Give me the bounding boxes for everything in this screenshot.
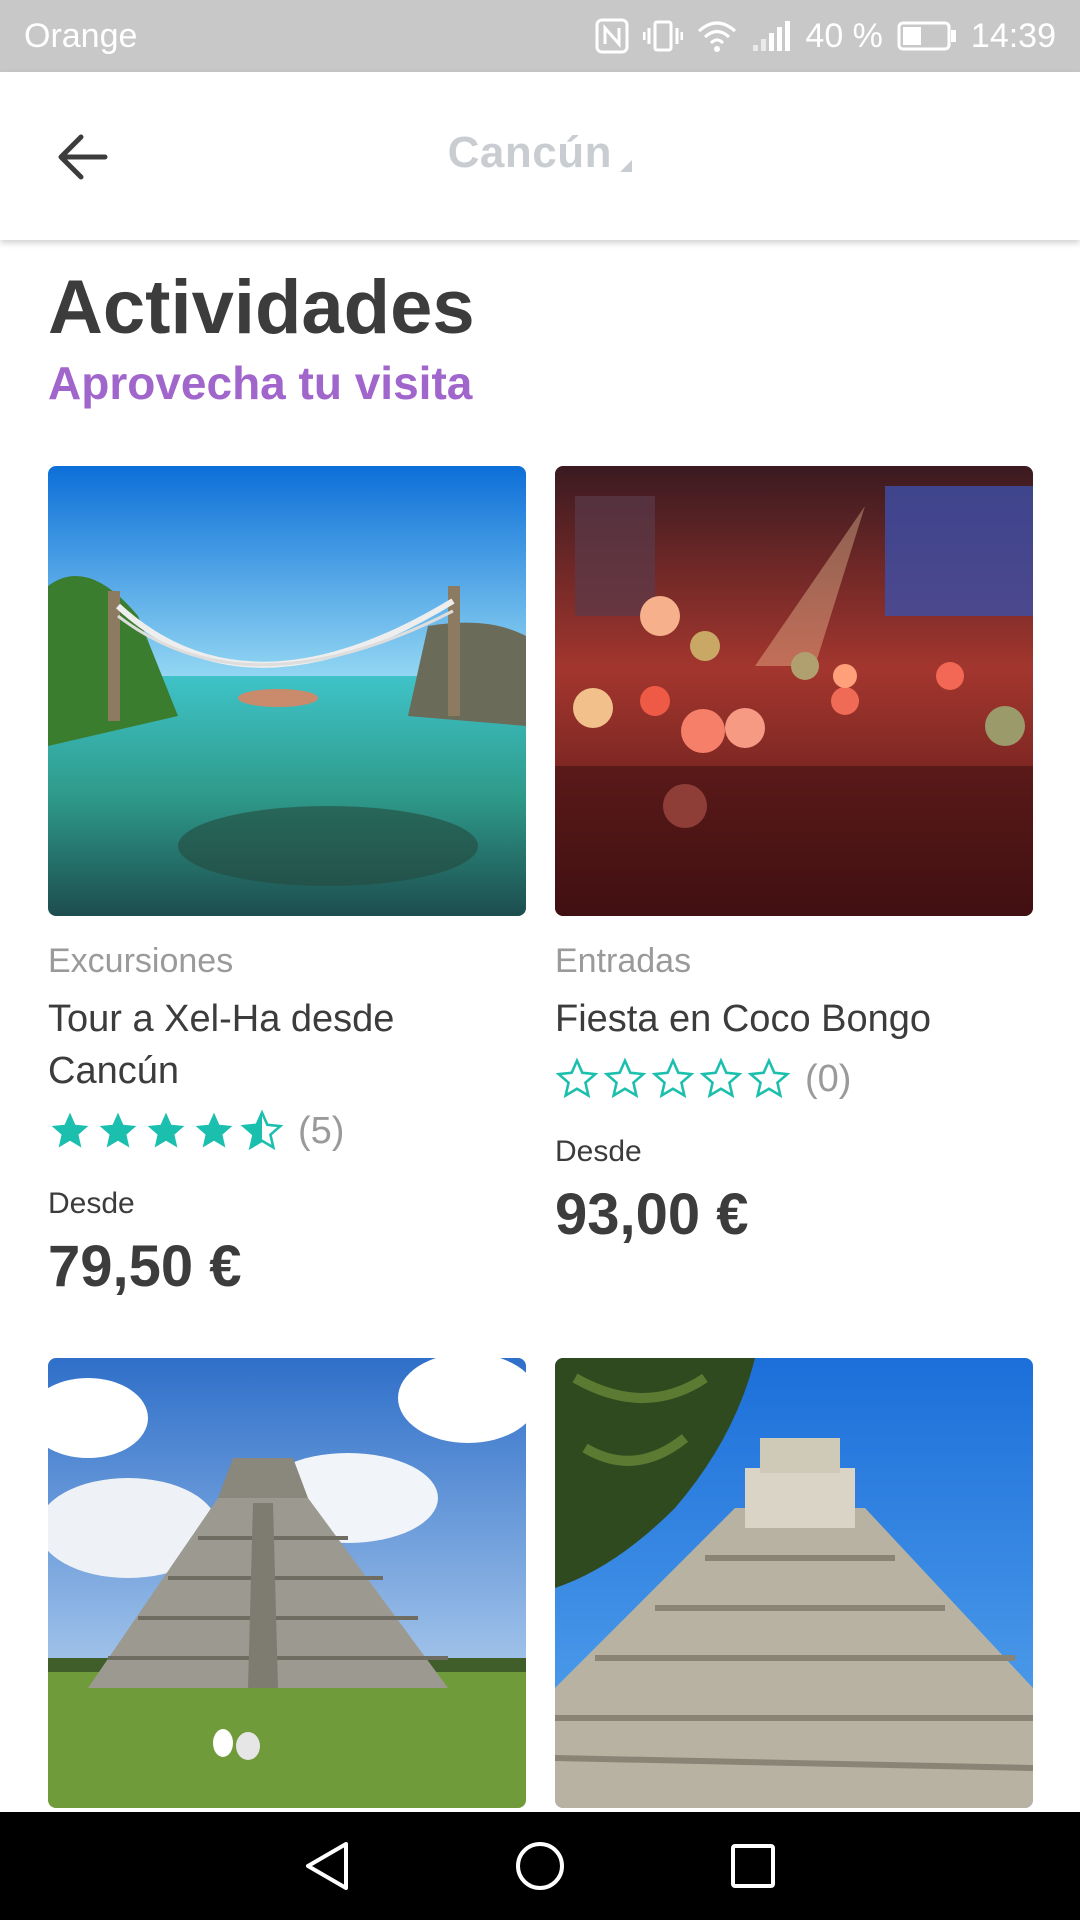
- star-outline-icon: [651, 1057, 695, 1099]
- activity-category: Entradas: [555, 942, 692, 980]
- star-outline-icon: [603, 1057, 647, 1099]
- back-triangle-icon: [305, 1842, 348, 1890]
- price: 79,50 €: [48, 1234, 242, 1299]
- activity-card[interactable]: [555, 1358, 1033, 1808]
- page-title: Cancún: [447, 128, 612, 177]
- activity-image: [48, 466, 526, 916]
- nfc-icon: [595, 18, 629, 54]
- section-title: Actividades: [48, 265, 475, 350]
- battery-icon: [897, 21, 956, 51]
- star-filled-icon: [51, 1112, 89, 1148]
- nav-back-button[interactable]: [287, 1826, 367, 1906]
- app-bar: Cancún: [0, 72, 1080, 240]
- activity-image: [555, 1358, 1033, 1808]
- star-filled-icon: [147, 1112, 185, 1148]
- star-filled-icon: [195, 1112, 233, 1148]
- destination-selector[interactable]: Cancún: [0, 128, 1080, 178]
- activity-title: Fiesta en Coco Bongo: [555, 998, 932, 1040]
- activity-card[interactable]: Entradas Fiesta en Coco Bongo (0) Desde …: [555, 466, 1033, 1248]
- home-circle-icon: [515, 1842, 564, 1890]
- battery-percent: 40 %: [805, 16, 883, 55]
- star-outline-icon: [747, 1057, 791, 1099]
- star-outline-icon: [555, 1057, 599, 1099]
- signal-icon: [753, 21, 791, 51]
- star-half-icon: [240, 1109, 284, 1151]
- star-rating: (0): [555, 1049, 1033, 1109]
- price: 93,00 €: [555, 1182, 749, 1247]
- wifi-icon: [698, 21, 737, 52]
- rating-count: (0): [805, 1057, 852, 1100]
- section-subtitle: Aprovecha tu visita: [48, 357, 473, 409]
- activity-image: [555, 466, 1033, 916]
- system-nav-bar: [0, 1812, 1080, 1920]
- activity-category: Excursiones: [48, 942, 234, 980]
- rating-count: (5): [298, 1109, 345, 1152]
- star-rating: (5): [48, 1101, 526, 1161]
- carrier-name: Orange: [24, 16, 138, 55]
- status-bar: Orange 40 % 14:39: [0, 0, 1080, 72]
- star-filled-icon: [99, 1112, 137, 1148]
- activity-image: [48, 1358, 526, 1808]
- price-label: Desde: [48, 1187, 135, 1220]
- activity-title: Tour a Xel-Ha desde Cancún: [48, 998, 395, 1092]
- dropdown-caret-icon: [620, 160, 633, 172]
- star-outline-icon: [699, 1057, 743, 1099]
- nav-home-button[interactable]: [500, 1826, 580, 1906]
- vibrate-icon: [643, 20, 684, 52]
- activity-card[interactable]: [48, 1358, 526, 1808]
- activity-card[interactable]: Excursiones Tour a Xel-Ha desde Cancún (…: [48, 466, 526, 1300]
- nav-recents-button[interactable]: [713, 1826, 793, 1906]
- recents-square-icon: [731, 1844, 776, 1888]
- clock: 14:39: [970, 16, 1056, 55]
- status-icons: 40 % 14:39: [595, 17, 1056, 56]
- price-label: Desde: [555, 1135, 642, 1168]
